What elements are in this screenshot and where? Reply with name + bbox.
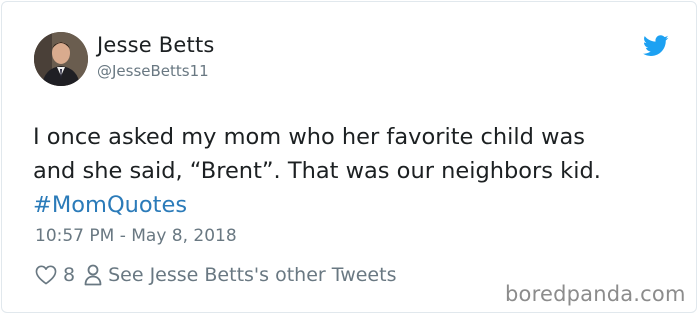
tweet-text-line: and she said, “Brent”. That was our neig… — [33, 158, 601, 184]
like-count: 8 — [63, 264, 76, 286]
author-name[interactable]: Jesse Betts — [97, 33, 215, 57]
tweet-text: I once asked my mom who her favorite chi… — [33, 120, 673, 222]
author-avatar[interactable] — [34, 32, 88, 86]
like-button[interactable]: 8 — [35, 264, 84, 286]
tweet-actions: 8 See Jesse Betts's other Tweets — [35, 261, 396, 289]
other-tweets-link[interactable]: See Jesse Betts's other Tweets — [84, 264, 396, 286]
tweet-timestamp[interactable]: 10:57 PM - May 8, 2018 — [35, 226, 237, 246]
tweet-card: Jesse Betts @JesseBetts11 I once asked m… — [1, 1, 697, 313]
heart-icon — [35, 265, 57, 285]
person-icon — [84, 264, 102, 286]
watermark: boredpanda.com — [505, 282, 686, 306]
profile-photo — [34, 32, 88, 86]
author-handle[interactable]: @JesseBetts11 — [97, 62, 209, 80]
hashtag-link[interactable]: #MomQuotes — [33, 188, 673, 222]
tweet-text-line: I once asked my mom who her favorite chi… — [33, 124, 586, 150]
twitter-bird-icon[interactable] — [643, 35, 669, 57]
other-tweets-label: See Jesse Betts's other Tweets — [108, 264, 397, 286]
